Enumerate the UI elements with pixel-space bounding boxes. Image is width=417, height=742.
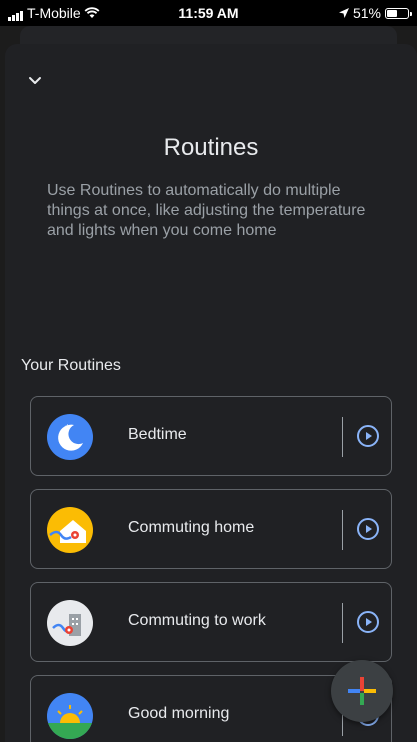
add-routine-button[interactable] xyxy=(331,660,393,722)
svg-text:+: + xyxy=(65,423,70,430)
chevron-down-icon[interactable] xyxy=(23,68,47,92)
routine-card-commuting-home[interactable]: Commuting home xyxy=(30,489,392,569)
plus-icon xyxy=(348,677,376,705)
moon-icon: + + xyxy=(47,414,93,460)
sunrise-icon xyxy=(47,693,93,739)
page-title: Routines xyxy=(163,134,259,161)
page-description: Use Routines to automatically do multipl… xyxy=(47,182,366,239)
divider xyxy=(342,417,343,457)
battery-percent: 51% xyxy=(352,5,381,21)
play-circle-icon[interactable] xyxy=(356,424,380,448)
battery-icon xyxy=(385,7,412,19)
routine-card-bedtime[interactable]: + + Bedtime xyxy=(30,396,392,476)
divider xyxy=(342,510,343,550)
routine-label: Commuting home xyxy=(128,519,255,536)
building-icon xyxy=(47,600,93,646)
routine-label: Bedtime xyxy=(128,426,187,443)
status-bar: T-Mobile 11:59 AM 51% xyxy=(0,0,417,26)
divider xyxy=(342,603,343,643)
routine-label: Good morning xyxy=(128,705,230,722)
home-icon xyxy=(47,507,93,553)
section-header: Your Routines xyxy=(21,357,121,374)
location-arrow-icon xyxy=(338,8,349,18)
play-circle-icon[interactable] xyxy=(356,610,380,634)
battery-fill xyxy=(387,9,397,17)
routine-label: Commuting to work xyxy=(128,612,266,629)
routines-sheet: Routines Use Routines to automatically d… xyxy=(5,44,417,742)
routine-card-commuting-to-work[interactable]: Commuting to work xyxy=(30,582,392,662)
play-circle-icon[interactable] xyxy=(356,517,380,541)
